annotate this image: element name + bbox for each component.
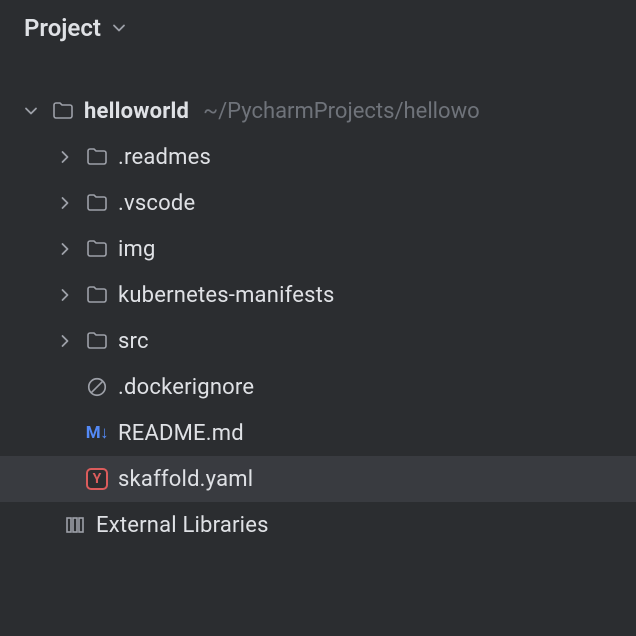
folder-icon [84,191,110,215]
chevron-right-icon[interactable] [54,333,76,349]
tree-item-label: img [118,237,156,262]
folder-icon [84,283,110,307]
chevron-right-icon[interactable] [54,149,76,165]
tree-root[interactable]: helloworld ~/PycharmProjects/hellowo [0,88,636,134]
tree-root-path: ~/PycharmProjects/hellowo [203,99,480,124]
folder-icon [84,145,110,169]
folder-icon [84,237,110,261]
tree-item-label: .vscode [118,191,195,216]
tree-folder-src[interactable]: src [0,318,636,364]
tree-item-label: src [118,329,149,354]
project-tree: helloworld ~/PycharmProjects/hellowo .re… [0,56,636,548]
chevron-down-icon[interactable] [20,103,42,119]
tree-item-label: .readmes [118,145,211,170]
tree-item-label: External Libraries [96,513,269,538]
ignore-icon [84,376,110,398]
tree-file-skaffold[interactable]: Y skaffold.yaml [0,456,636,502]
tree-item-label: README.md [118,421,244,446]
panel-title: Project [24,14,101,42]
library-icon [62,513,88,537]
yaml-icon: Y [84,468,110,490]
tree-folder-img[interactable]: img [0,226,636,272]
tree-external-libraries[interactable]: External Libraries [0,502,636,548]
tree-file-dockerignore[interactable]: .dockerignore [0,364,636,410]
tree-folder-vscode[interactable]: .vscode [0,180,636,226]
tree-file-readme[interactable]: M↓ README.md [0,410,636,456]
tree-item-label: skaffold.yaml [118,467,253,492]
chevron-down-icon [111,20,127,36]
markdown-icon: M↓ [84,423,110,443]
tree-item-label: .dockerignore [118,375,254,400]
tree-item-label: kubernetes-manifests [118,283,335,308]
panel-header[interactable]: Project [0,0,636,56]
folder-icon [84,329,110,353]
chevron-right-icon[interactable] [54,287,76,303]
tree-folder-kubernetes[interactable]: kubernetes-manifests [0,272,636,318]
chevron-right-icon[interactable] [54,195,76,211]
tree-folder-readmes[interactable]: .readmes [0,134,636,180]
tree-root-label: helloworld [84,99,189,124]
folder-icon [50,99,76,123]
chevron-right-icon[interactable] [54,241,76,257]
